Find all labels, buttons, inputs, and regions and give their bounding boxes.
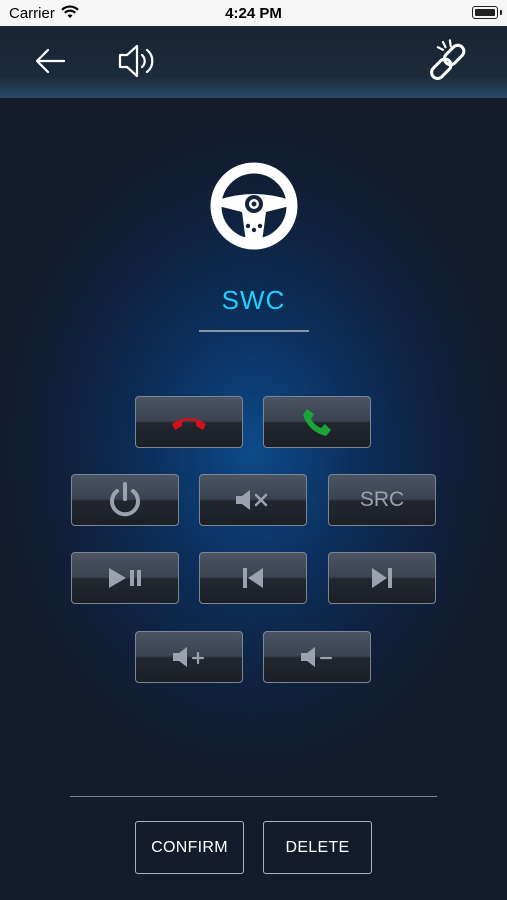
next-key[interactable] [328,552,436,604]
sound-button[interactable] [112,36,162,86]
steering-wheel-icon [210,162,298,250]
source-key-label: SRC [359,488,405,511]
end-call-key[interactable] [135,396,243,448]
mute-icon [236,490,268,510]
mute-key[interactable] [199,474,307,526]
volume-up-icon [173,647,205,667]
volume-down-icon [301,647,333,667]
connection-button[interactable] [424,36,474,86]
divider [70,796,437,797]
volume-down-key[interactable] [263,631,371,683]
nav-bar [0,26,507,98]
skip-previous-icon [243,568,263,588]
source-key[interactable]: SRC [328,474,436,526]
delete-button[interactable]: DELETE [263,821,372,874]
clock: 4:24 PM [225,5,282,22]
play-pause-icon [109,568,141,588]
previous-key[interactable] [199,552,307,604]
phone-hangup-icon [172,418,206,430]
volume-up-key[interactable] [135,631,243,683]
speaker-icon [118,44,154,78]
status-bar: Carrier 4:24 PM [0,0,507,26]
battery-icon [472,6,502,19]
broken-link-icon [430,39,466,80]
confirm-button[interactable]: CONFIRM [135,821,244,874]
page-title: SWC [221,285,286,315]
arrow-left-icon [35,48,66,74]
answer-call-key[interactable] [263,396,371,448]
play-pause-key[interactable] [71,552,179,604]
back-button[interactable] [25,36,75,86]
skip-next-icon [372,568,392,588]
title-underline [199,330,309,332]
power-key[interactable] [71,474,179,526]
phone-answer-icon [303,409,331,436]
power-icon [110,482,140,517]
